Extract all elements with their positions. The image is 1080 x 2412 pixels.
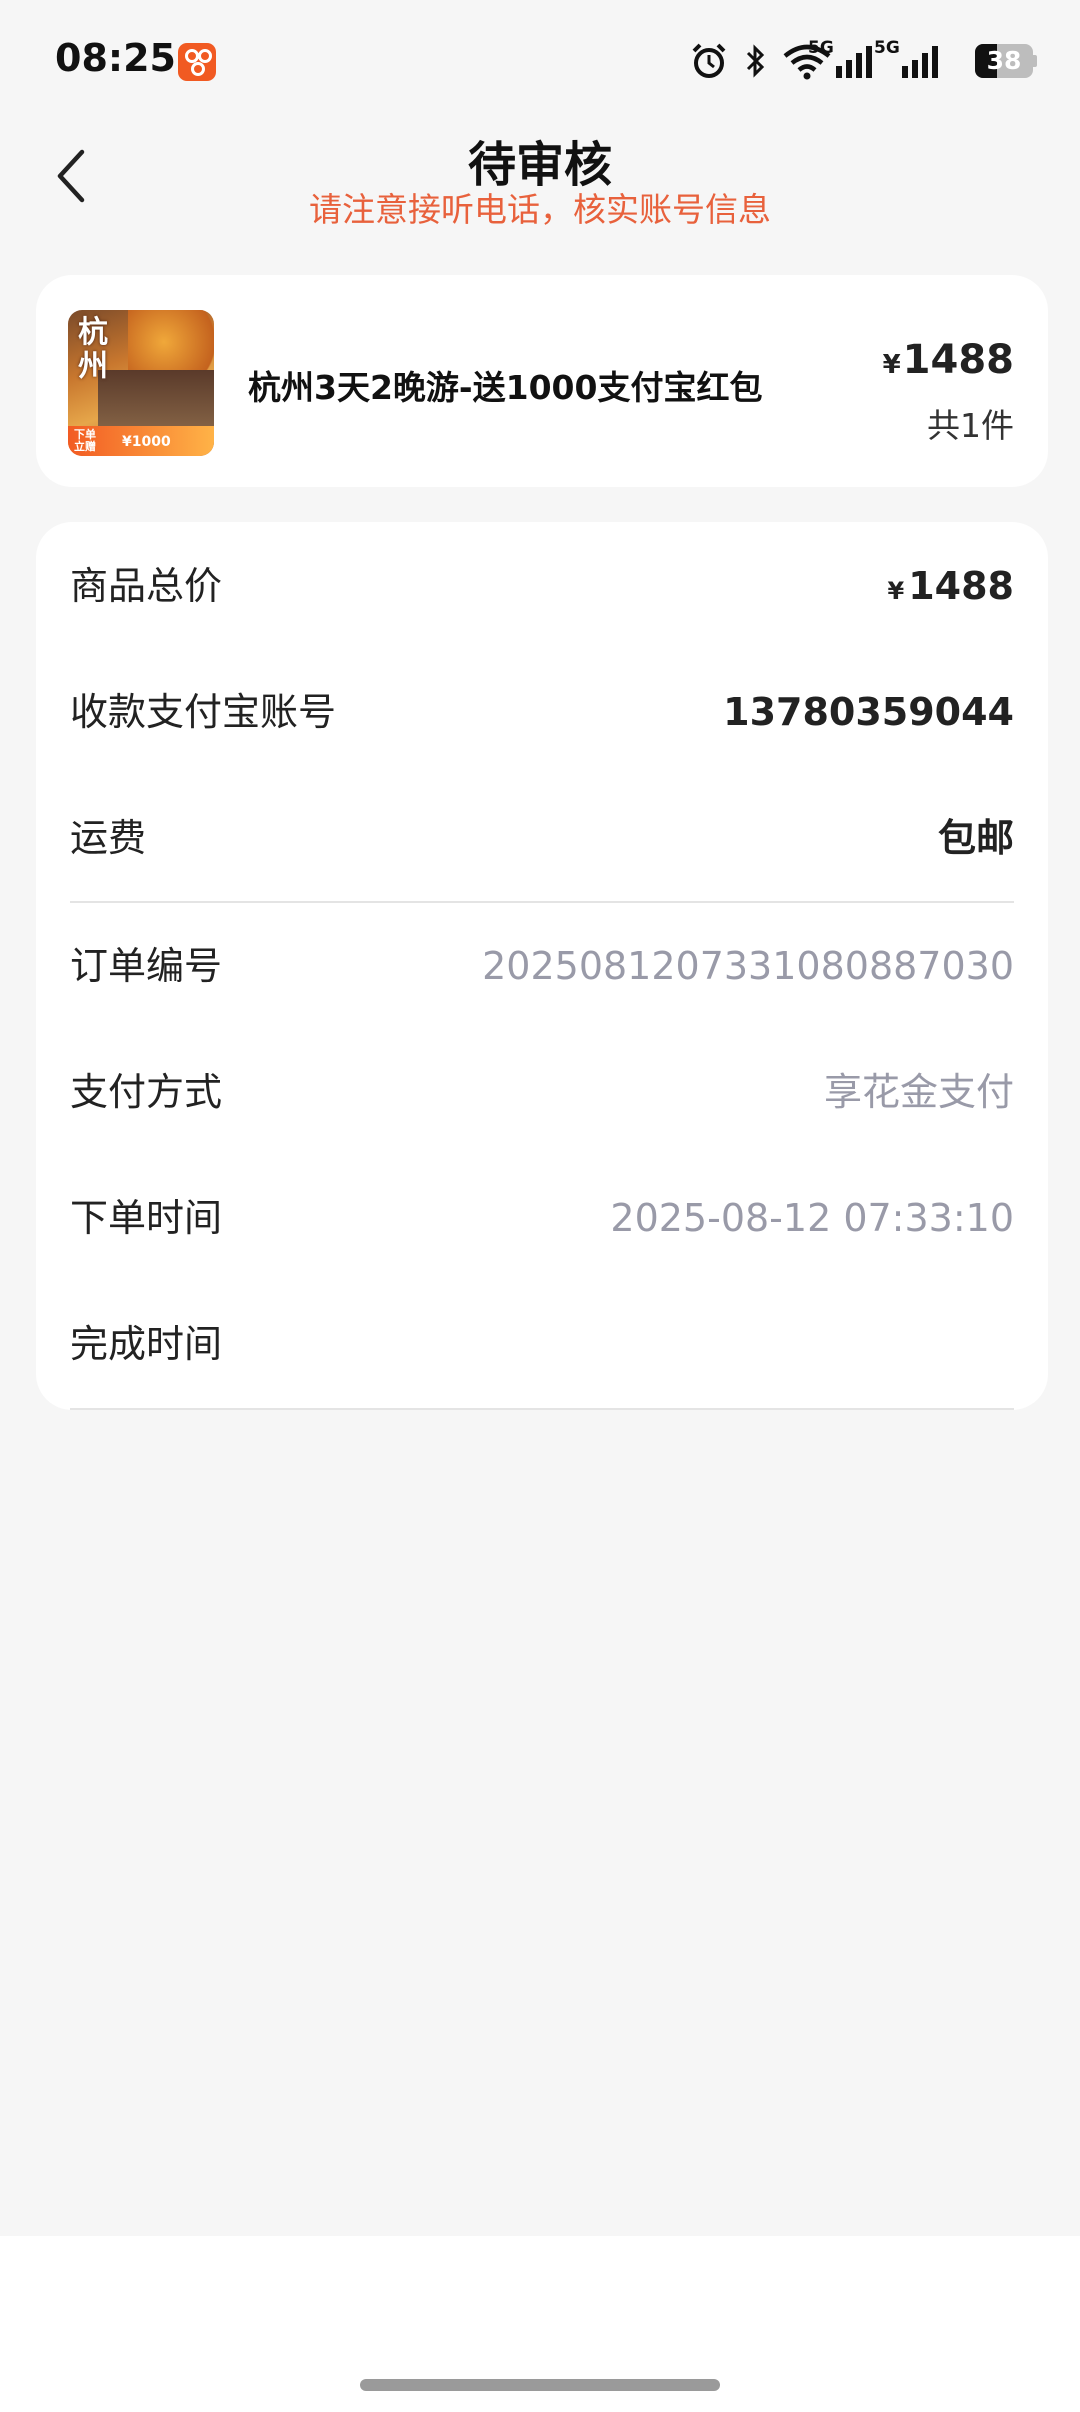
total-price-row: 商品总价 ¥1488 <box>70 556 1014 616</box>
home-indicator[interactable] <box>360 2379 720 2391</box>
status-time: 08:25 <box>55 36 176 80</box>
order-details-card: 商品总价 ¥1488 收款支付宝账号 13780359044 运费 包邮 订单编… <box>36 522 1048 1410</box>
shipping-value: 包邮 <box>937 816 1014 860</box>
currency-symbol: ¥ <box>887 577 905 605</box>
alarm-icon <box>692 43 726 78</box>
battery-icon: 38 <box>975 44 1037 78</box>
order-number-value[interactable]: 2025081207331080887030 <box>482 936 1014 996</box>
product-card[interactable]: 杭州 下单立赠 ¥1000 杭州3天2晚游-送1000支付宝红包 ¥1488 共… <box>36 275 1048 487</box>
product-name: 杭州3天2晚游-送1000支付宝红包 <box>248 368 763 407</box>
alipay-account-value: 13780359044 <box>723 690 1014 734</box>
order-number-label: 订单编号 <box>70 944 223 988</box>
finish-time-row: 完成时间 <box>70 1314 1014 1374</box>
status-bar: 08:25 5G 5G 38 <box>0 0 1080 120</box>
alipay-account-row: 收款支付宝账号 13780359044 <box>70 682 1014 742</box>
order-time-row: 下单时间 2025-08-12 07:33:10 <box>70 1188 1014 1248</box>
product-quantity: 共1件 <box>927 406 1014 445</box>
signal-icon-1 <box>836 46 872 78</box>
product-thumbnail[interactable]: 杭州 下单立赠 ¥1000 <box>68 310 214 456</box>
total-price-amount: 1488 <box>908 564 1014 608</box>
signal-icon-2 <box>902 46 938 78</box>
product-price: ¥1488 <box>883 337 1014 383</box>
order-time-label: 下单时间 <box>70 1196 223 1240</box>
divider <box>70 901 1014 903</box>
battery-level: 38 <box>986 46 1022 75</box>
total-price-label: 商品总价 <box>70 564 223 608</box>
payment-method-value: 享花金支付 <box>823 1070 1014 1114</box>
finish-time-label: 完成时间 <box>70 1322 223 1366</box>
thumbnail-offer: ¥1000 <box>122 434 171 450</box>
order-time-value: 2025-08-12 07:33:10 <box>610 1196 1014 1240</box>
shipping-label: 运费 <box>70 816 147 860</box>
thumbnail-title: 杭州 <box>78 315 108 384</box>
system-icons: 5G 5G 38 <box>690 38 1050 86</box>
page-subtitle: 请注意接听电话，核实账号信息 <box>309 190 771 229</box>
product-price-value: 1488 <box>902 337 1014 383</box>
shipping-row: 运费 包邮 <box>70 808 1014 868</box>
payment-method-label: 支付方式 <box>70 1070 223 1114</box>
bluetooth-icon <box>746 44 765 78</box>
signal-5g-label-2: 5G <box>874 38 900 58</box>
order-number-row: 订单编号 2025081207331080887030 <box>70 936 1014 996</box>
app-notification-icon <box>178 43 216 81</box>
total-price-value: ¥1488 <box>888 556 1014 621</box>
divider <box>70 1408 1014 1410</box>
payment-method-row: 支付方式 享花金支付 <box>70 1062 1014 1122</box>
alipay-account-label: 收款支付宝账号 <box>70 690 337 734</box>
currency-symbol: ¥ <box>882 350 901 380</box>
signal-5g-label-1: 5G <box>808 38 834 58</box>
thumbnail-badge: 下单立赠 <box>74 428 96 453</box>
